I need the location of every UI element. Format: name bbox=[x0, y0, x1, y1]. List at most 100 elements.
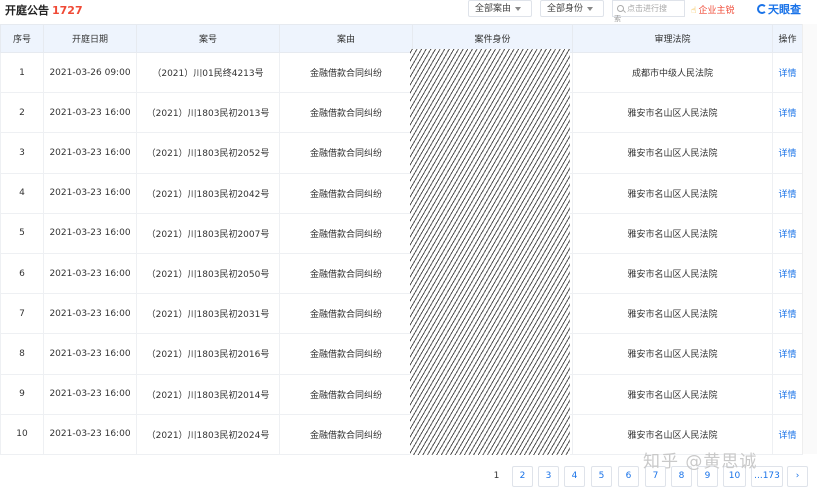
tianyancha-logo: 天眼查 bbox=[757, 1, 801, 17]
details-link[interactable]: 详情 bbox=[772, 132, 803, 174]
vertical-scrollbar[interactable] bbox=[802, 24, 817, 454]
cell-no: 7 bbox=[0, 293, 44, 335]
cell-case-no: （2021）川01民终4213号 bbox=[136, 51, 280, 94]
column-header: 案号 bbox=[136, 24, 280, 53]
page-button[interactable]: 1 bbox=[486, 466, 507, 487]
cell-court: 雅安市名山区人民法院 bbox=[572, 92, 773, 134]
table-header-row: 序号 开庭日期 案号 案由 案件身份 审理法院 操作 bbox=[0, 24, 803, 53]
page-button[interactable]: 6 bbox=[618, 466, 639, 487]
cell-case-no: （2021）川1803民初2016号 bbox=[136, 333, 280, 375]
details-link[interactable]: 详情 bbox=[772, 293, 803, 335]
table-row: 9 2021-03-23 16:00 （2021）川1803民初2014号 金融借款合… bbox=[0, 373, 803, 415]
enterprise-label: 企业主锐 bbox=[698, 6, 735, 16]
cell-cause: 金融借款合同纠纷 bbox=[279, 333, 413, 375]
page-button[interactable]: 4 bbox=[564, 466, 585, 487]
cell-case-no: （2021）川1803民初2013号 bbox=[136, 92, 280, 134]
cell-case-no: （2021）川1803民初2014号 bbox=[136, 373, 280, 415]
details-link[interactable]: 详情 bbox=[772, 172, 803, 214]
search-icon bbox=[617, 5, 624, 12]
watermark: 知乎 @黄思诚 bbox=[643, 452, 758, 472]
cell-date: 2021-03-23 16:00 bbox=[43, 132, 137, 174]
search-placeholder: 点击进行搜 bbox=[627, 4, 667, 13]
chevron-down-icon bbox=[587, 6, 594, 11]
cell-case-no: （2021）川1803民初2042号 bbox=[136, 172, 280, 214]
table-row: 2 2021-03-23 16:00 （2021）川1803民初2013号 金融借款合… bbox=[0, 92, 803, 134]
cell-court: 雅安市名山区人民法院 bbox=[572, 293, 773, 335]
cell-date: 2021-03-26 09:00 bbox=[43, 51, 137, 94]
chevron-down-icon bbox=[515, 6, 522, 11]
details-link[interactable]: 详情 bbox=[772, 92, 803, 134]
cell-date: 2021-03-23 16:00 bbox=[43, 293, 137, 335]
cell-no: 8 bbox=[0, 333, 44, 375]
page-button[interactable]: 2 bbox=[512, 466, 533, 487]
column-header: 开庭日期 bbox=[43, 24, 137, 53]
details-link[interactable]: 详情 bbox=[772, 413, 803, 455]
cell-cause: 金融借款合同纠纷 bbox=[279, 132, 413, 174]
top-bar: 开庭公告 1727 全部案由 全部身份 点击进行搜 索 ☝ 企业主锐 天眼查 bbox=[0, 0, 818, 23]
role-filter-label: 全部身份 bbox=[547, 4, 584, 14]
details-link[interactable]: 详情 bbox=[772, 373, 803, 415]
next-page-button[interactable]: › bbox=[787, 466, 808, 487]
cell-cause: 金融借款合同纠纷 bbox=[279, 252, 413, 295]
column-header: 审理法院 bbox=[572, 24, 773, 53]
cell-case-no: （2021）川1803民初2024号 bbox=[136, 413, 280, 455]
cell-date: 2021-03-23 16:00 bbox=[43, 333, 137, 375]
logo-icon bbox=[757, 4, 767, 14]
court-announcement-table: 序号 开庭日期 案号 案由 案件身份 审理法院 操作 1 2021-03-26 0… bbox=[0, 24, 803, 455]
cell-date: 2021-03-23 16:00 bbox=[43, 212, 137, 254]
table-row: 1 2021-03-26 09:00 （2021）川01民终4213号 金融借款合同纠… bbox=[0, 51, 803, 94]
cell-no: 6 bbox=[0, 252, 44, 295]
cell-no: 10 bbox=[0, 413, 44, 455]
column-header: 序号 bbox=[0, 24, 44, 53]
cell-no: 4 bbox=[0, 172, 44, 214]
table-row: 3 2021-03-23 16:00 （2021）川1803民初2052号 金融借款合… bbox=[0, 132, 803, 174]
cell-court: 雅安市名山区人民法院 bbox=[572, 172, 773, 214]
page-title: 开庭公告 1727 bbox=[5, 2, 83, 18]
cell-court: 雅安市名山区人民法院 bbox=[572, 333, 773, 375]
role-filter-select[interactable]: 全部身份 bbox=[540, 0, 604, 17]
record-count: 1727 bbox=[52, 4, 83, 17]
cell-court: 雅安市名山区人民法院 bbox=[572, 132, 773, 174]
hand-icon: ☝ bbox=[691, 6, 697, 16]
cell-cause: 金融借款合同纠纷 bbox=[279, 51, 413, 94]
cell-date: 2021-03-23 16:00 bbox=[43, 252, 137, 295]
page-button[interactable]: 3 bbox=[538, 466, 559, 487]
details-link[interactable]: 详情 bbox=[772, 51, 803, 94]
cell-date: 2021-03-23 16:00 bbox=[43, 373, 137, 415]
cell-no: 9 bbox=[0, 373, 44, 415]
table-row: 6 2021-03-23 16:00 （2021）川1803民初2050号 金融借款合… bbox=[0, 252, 803, 295]
redacted-case-role-area bbox=[410, 49, 570, 455]
table-row: 8 2021-03-23 16:00 （2021）川1803民初2016号 金融借款合… bbox=[0, 333, 803, 375]
cell-case-no: （2021）川1803民初2052号 bbox=[136, 132, 280, 174]
cell-date: 2021-03-23 16:00 bbox=[43, 92, 137, 134]
cell-court: 雅安市名山区人民法院 bbox=[572, 252, 773, 295]
cell-cause: 金融借款合同纠纷 bbox=[279, 373, 413, 415]
cell-date: 2021-03-23 16:00 bbox=[43, 172, 137, 214]
table-row: 5 2021-03-23 16:00 （2021）川1803民初2007号 金融借款合… bbox=[0, 212, 803, 254]
details-link[interactable]: 详情 bbox=[772, 252, 803, 295]
details-link[interactable]: 详情 bbox=[772, 212, 803, 254]
cell-case-no: （2021）川1803民初2050号 bbox=[136, 252, 280, 295]
search-placeholder-overflow: 索 bbox=[614, 15, 621, 23]
enterprise-link[interactable]: ☝ 企业主锐 bbox=[691, 3, 735, 16]
cause-filter-select[interactable]: 全部案由 bbox=[468, 0, 532, 17]
cell-no: 5 bbox=[0, 212, 44, 254]
cell-no: 3 bbox=[0, 132, 44, 174]
cell-case-no: （2021）川1803民初2031号 bbox=[136, 293, 280, 335]
cell-court: 雅安市名山区人民法院 bbox=[572, 373, 773, 415]
details-link[interactable]: 详情 bbox=[772, 333, 803, 375]
cell-cause: 金融借款合同纠纷 bbox=[279, 172, 413, 214]
cell-date: 2021-03-23 16:00 bbox=[43, 413, 137, 455]
logo-text: 天眼查 bbox=[768, 3, 801, 16]
cell-cause: 金融借款合同纠纷 bbox=[279, 413, 413, 455]
table-row: 4 2021-03-23 16:00 （2021）川1803民初2042号 金融借款合… bbox=[0, 172, 803, 214]
search-input[interactable]: 点击进行搜 bbox=[612, 0, 685, 17]
cell-cause: 金融借款合同纠纷 bbox=[279, 92, 413, 134]
table-row: 7 2021-03-23 16:00 （2021）川1803民初2031号 金融借款合… bbox=[0, 293, 803, 335]
cell-cause: 金融借款合同纠纷 bbox=[279, 212, 413, 254]
column-header: 操作 bbox=[772, 24, 803, 53]
column-header: 案由 bbox=[279, 24, 413, 53]
cause-filter-label: 全部案由 bbox=[475, 4, 512, 14]
cell-court: 雅安市名山区人民法院 bbox=[572, 212, 773, 254]
page-button[interactable]: 5 bbox=[591, 466, 612, 487]
